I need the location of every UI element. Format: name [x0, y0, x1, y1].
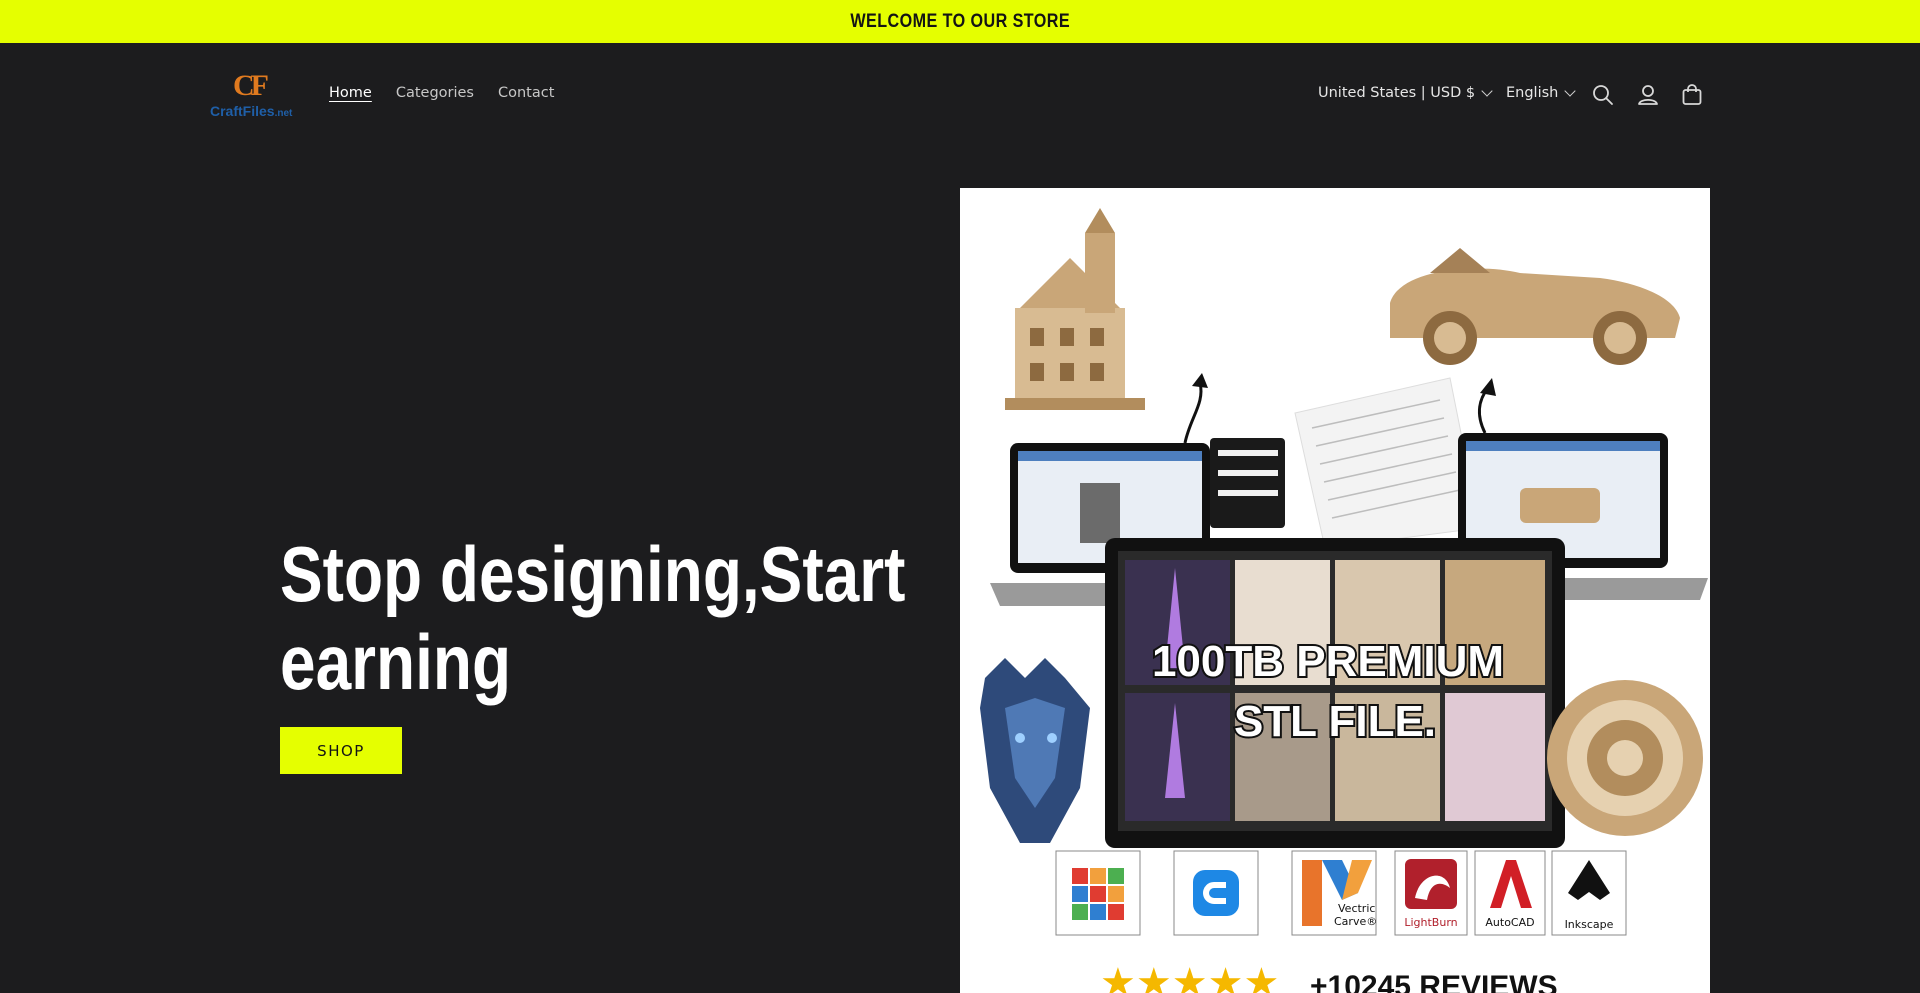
logo-wordmark: CraftFiles.net — [210, 103, 293, 119]
store-logo[interactable]: CF CraftFiles.net — [210, 69, 292, 121]
nav-item-contact[interactable]: Contact — [498, 85, 554, 101]
autocad-label: AutoCAD — [1485, 916, 1534, 929]
wooden-house-icon — [1005, 208, 1145, 410]
vectric-label-2: Carve® — [1334, 915, 1377, 928]
logo-mark: CF — [233, 69, 269, 102]
announcement-text: WELCOME TO OUR STORE — [850, 10, 1070, 32]
autocad-logo-icon: AutoCAD — [1474, 850, 1546, 936]
review-stars: ★★★★★ — [1100, 960, 1279, 993]
cura-logo-icon — [1173, 850, 1259, 936]
lightburn-label: LightBurn — [1404, 916, 1457, 929]
search-icon — [1593, 85, 1613, 105]
language-label: English — [1506, 85, 1559, 101]
inkscape-label: Inkscape — [1565, 918, 1614, 931]
announcement-bar: WELCOME TO OUR STORE — [0, 0, 1920, 43]
account-icon — [1638, 85, 1658, 105]
search-button[interactable] — [1591, 83, 1615, 107]
nav-item-categories[interactable]: Categories — [396, 85, 474, 101]
cart-icon — [1682, 84, 1702, 105]
folder-icon — [1210, 438, 1285, 528]
software-logos: Vectric Carve® LightBurn AutoCAD Inkscap… — [1055, 850, 1627, 936]
promo-illustration: 100TB PREMIUM STL FILE. Vectric Carve® L… — [980, 208, 1708, 993]
chevron-down-icon — [1481, 85, 1493, 97]
site-header: CF CraftFiles.net Home Categories Contac… — [0, 43, 1920, 147]
promo-headline-line2: STL FILE. — [1234, 697, 1436, 746]
review-count: +10245 REVIEWS — [1310, 970, 1558, 993]
vectric-logo-icon: Vectric Carve® — [1291, 850, 1377, 936]
shop-button[interactable]: SHOP — [280, 727, 402, 774]
nav-item-home[interactable]: Home — [329, 85, 372, 101]
wolf-art-icon — [980, 658, 1090, 843]
mandala-art-icon — [1547, 680, 1703, 836]
inkscape-logo-icon: Inkscape — [1551, 850, 1627, 936]
tinkercad-logo-icon — [1055, 850, 1141, 936]
language-selector[interactable]: English — [1506, 85, 1577, 101]
lightburn-logo-icon: LightBurn — [1394, 850, 1468, 936]
main-nav: Home Categories Contact — [329, 85, 554, 101]
cart-button[interactable] — [1680, 83, 1704, 107]
promo-headline-line1: 100TB PREMIUM — [1152, 637, 1504, 686]
hero-title: Stop designing,Start earning — [280, 530, 906, 706]
country-currency-selector[interactable]: United States | USD $ — [1318, 85, 1493, 101]
country-currency-label: United States | USD $ — [1318, 85, 1476, 101]
vectric-label-1: Vectric — [1338, 902, 1375, 915]
hero-text: Stop designing,Start earning — [280, 530, 920, 706]
file-list-icon — [1294, 377, 1481, 549]
promo-banner-image: 100TB PREMIUM STL FILE. Vectric Carve® L… — [960, 188, 1710, 993]
star-icon: ★★★★★ — [1100, 960, 1279, 993]
chevron-down-icon — [1564, 85, 1577, 97]
center-monitor-icon — [1105, 538, 1565, 848]
wooden-car-icon — [1390, 248, 1680, 365]
account-button[interactable] — [1636, 83, 1660, 107]
